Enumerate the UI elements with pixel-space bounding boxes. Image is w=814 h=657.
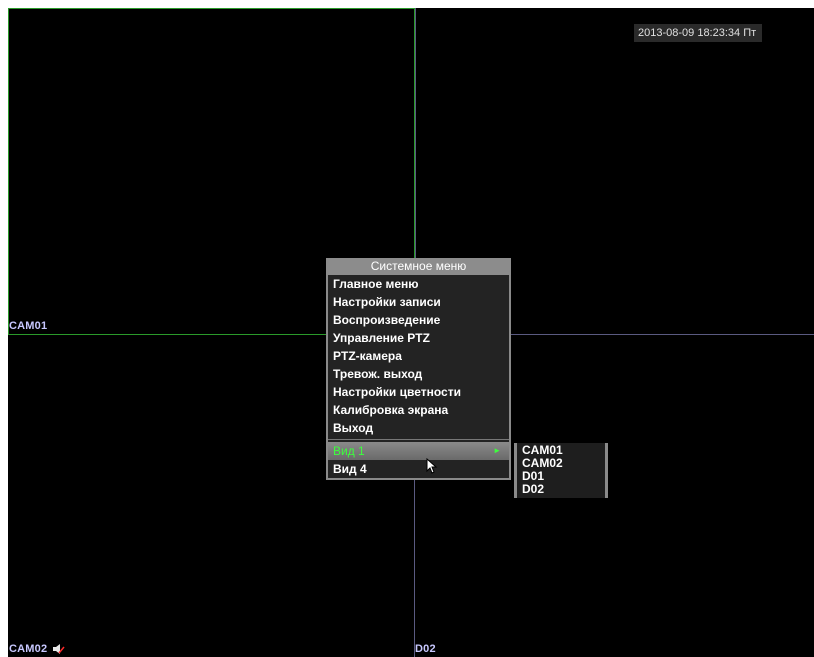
submenu-arrow-icon: ► <box>493 446 501 455</box>
menu-item-ptz-camera[interactable]: PTZ-камера <box>328 347 509 365</box>
menu-item-screen-calibration[interactable]: Калибровка экрана <box>328 401 509 419</box>
system-menu-title: Системное меню <box>326 258 511 275</box>
dvr-screen: CAM01 CAM02 D02 2013-08-09 18:23:34 Пт С… <box>8 8 814 657</box>
view-submenu: CAM01 CAM02 D01 D02 <box>514 443 608 498</box>
camera-label-d02: D02 <box>415 643 436 655</box>
menu-item-alarm-output[interactable]: Тревож. выход <box>328 365 509 383</box>
menu-item-record-settings[interactable]: Настройки записи <box>328 293 509 311</box>
menu-item-view-1-label: Вид 1 <box>333 444 365 458</box>
menu-divider <box>328 439 509 440</box>
mouse-cursor-icon <box>426 457 438 474</box>
menu-item-main-menu[interactable]: Главное меню <box>328 275 509 293</box>
system-menu: Системное меню Главное меню Настройки за… <box>326 258 511 480</box>
menu-item-color-settings[interactable]: Настройки цветности <box>328 383 509 401</box>
menu-item-view-1[interactable]: Вид 1 ► <box>328 442 509 460</box>
menu-item-view-4[interactable]: Вид 4 <box>328 460 509 478</box>
submenu-item-d02[interactable]: D02 <box>517 483 605 496</box>
camera-label-cam02-wrapper: CAM02 <box>9 643 65 655</box>
camera-label-cam02: CAM02 <box>9 643 48 655</box>
speaker-icon <box>52 644 65 655</box>
datetime-display: 2013-08-09 18:23:34 Пт <box>634 24 763 42</box>
camera-label-cam01: CAM01 <box>9 320 48 332</box>
menu-item-ptz-control[interactable]: Управление PTZ <box>328 329 509 347</box>
menu-item-exit[interactable]: Выход <box>328 419 509 437</box>
menu-item-playback[interactable]: Воспроизведение <box>328 311 509 329</box>
